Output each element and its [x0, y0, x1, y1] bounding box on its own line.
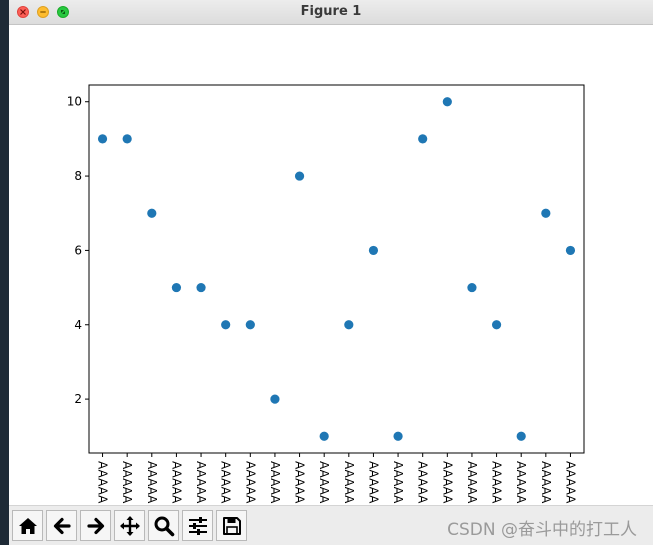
data-point — [467, 282, 477, 293]
x-tick-label: AAAAA — [293, 461, 307, 504]
x-tick-label: AAAAA — [416, 461, 430, 504]
x-axis: AAAAA AAAAA AAAAA AAAAA AAAAA AAAAA AAAAA AAAAA… — [96, 453, 577, 504]
arrow-right-icon — [86, 517, 104, 534]
figure-window: Figure 1 2 4 6 8 10 AAAAA AAAAA AAAAA AAAAA AAAA… — [9, 0, 653, 545]
x-tick-label: AAAAA — [219, 461, 233, 504]
y-tick-label: 10 — [67, 95, 82, 109]
data-point — [368, 245, 379, 256]
data-points — [97, 97, 576, 441]
y-tick-label: 4 — [74, 318, 82, 332]
data-point — [516, 431, 526, 441]
back-button[interactable] — [46, 510, 77, 541]
x-tick-label: AAAAA — [317, 461, 331, 504]
x-tick-label: AAAAA — [465, 461, 479, 504]
y-tick-label: 2 — [74, 392, 82, 406]
x-tick-label: AAAAA — [169, 461, 183, 504]
x-tick-label: AAAAA — [194, 461, 208, 504]
data-point — [344, 320, 354, 330]
data-point — [171, 282, 182, 293]
data-point — [442, 97, 452, 107]
magnifier-icon — [154, 516, 174, 536]
axes-frame — [88, 84, 585, 454]
data-point — [565, 245, 576, 256]
x-tick-label: AAAAA — [366, 461, 380, 504]
x-tick-label: AAAAA — [268, 461, 282, 504]
figure-canvas[interactable]: 2 4 6 8 10 AAAAA AAAAA AAAAA AAAAA AAAAA AAAAA AAA… — [9, 25, 653, 505]
x-tick-label: AAAAA — [563, 461, 577, 504]
data-point — [541, 208, 551, 218]
watermark: CSDN @奋斗中的打工人 — [447, 520, 637, 540]
y-axis: 2 4 6 8 10 — [67, 95, 89, 406]
navigation-toolbar: CSDN @奋斗中的打工人 — [9, 505, 653, 545]
sliders-icon — [188, 516, 207, 535]
x-tick-label: AAAAA — [145, 461, 159, 504]
x-tick-label: AAAAA — [440, 461, 454, 504]
forward-button[interactable] — [80, 510, 111, 541]
data-point — [221, 320, 231, 330]
data-point — [245, 320, 255, 330]
move-icon — [119, 515, 140, 536]
pan-button[interactable] — [114, 510, 145, 541]
y-tick-label: 6 — [74, 243, 82, 257]
data-point — [97, 134, 108, 144]
x-tick-label: AAAAA — [514, 461, 528, 504]
arrow-left-icon — [53, 517, 71, 534]
home-button[interactable] — [12, 510, 43, 541]
x-tick-label: AAAAA — [539, 461, 553, 504]
y-tick-label: 8 — [74, 169, 82, 183]
zoom-button[interactable] — [148, 510, 179, 541]
x-tick-label: AAAAA — [96, 461, 110, 504]
configure-subplots-button[interactable] — [182, 510, 213, 541]
data-point — [196, 282, 206, 293]
data-point — [418, 134, 428, 144]
data-point — [319, 431, 329, 441]
scatter-plot: 246810 AAAAA AAAAA AAAAA AAAAA AAAAA AAAAA AAA… — [67, 84, 585, 504]
data-point — [147, 208, 157, 218]
data-point — [294, 171, 305, 181]
window-title: Figure 1 — [300, 4, 362, 19]
floppy-disk-icon — [222, 516, 241, 535]
x-tick-label: AAAAA — [342, 461, 356, 504]
save-button[interactable] — [216, 510, 247, 541]
data-point — [270, 394, 280, 404]
home-icon — [18, 517, 37, 534]
x-tick-label: AAAAA — [243, 461, 257, 504]
data-point — [393, 431, 403, 441]
x-tick-label: AAAAA — [490, 461, 504, 504]
data-point — [122, 134, 132, 144]
data-point — [491, 320, 502, 330]
x-tick-label: AAAAA — [391, 461, 405, 504]
x-tick-label: AAAAA — [120, 461, 134, 504]
title-bar[interactable]: Figure 1 — [9, 0, 653, 25]
